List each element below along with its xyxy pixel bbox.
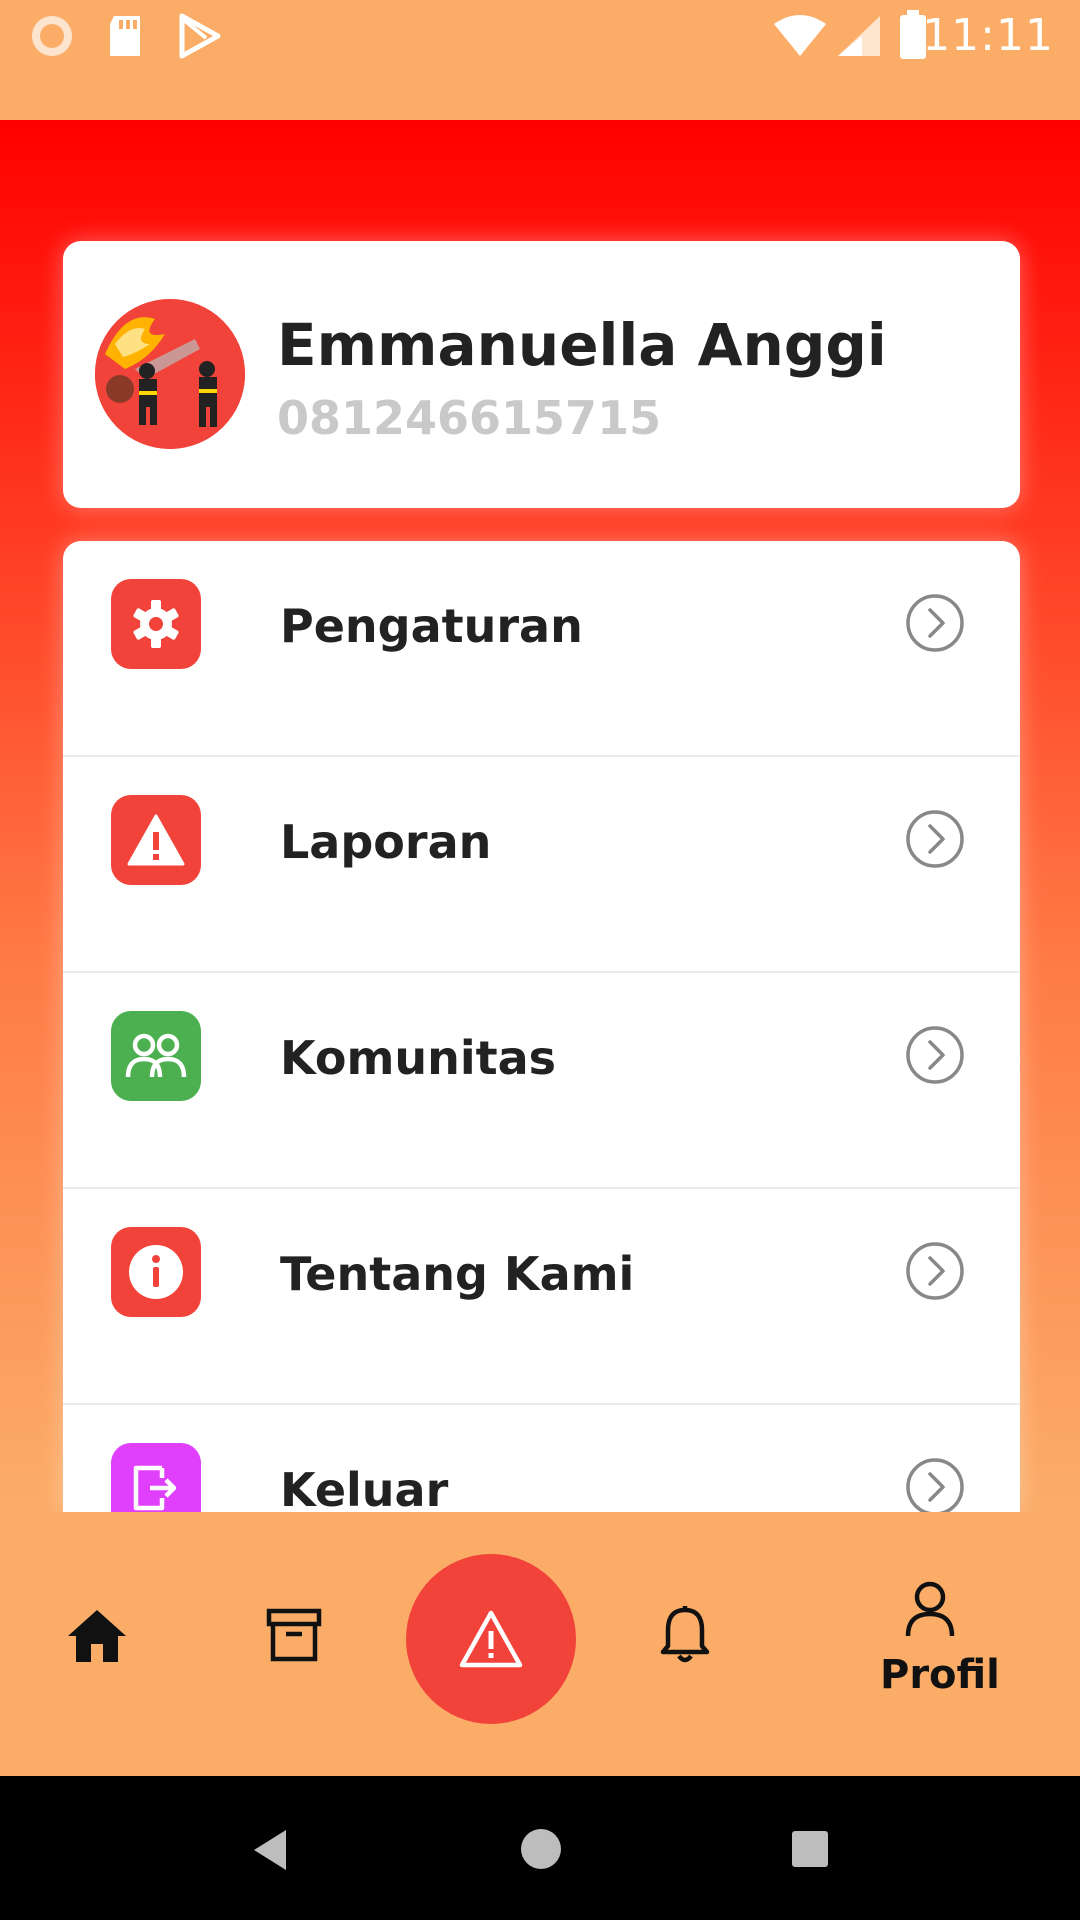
menu-item-komunitas[interactable]: Komunitas [63,973,1020,1189]
system-recents-button[interactable] [791,1830,829,1872]
menu-item-tentang-kami[interactable]: Tentang Kami [63,1189,1020,1405]
profile-name: Emmanuella Anggi [277,311,887,379]
nav-archive-button[interactable] [266,1608,322,1666]
nav-profile-button[interactable]: Profil [860,1532,1000,1722]
user-icon [905,1581,955,1637]
system-home-button[interactable] [520,1828,562,1874]
chevron-right-icon [906,1026,964,1084]
menu-item-keluar[interactable]: Keluar [63,1405,1020,1512]
clock-time: 11:11 [922,10,1054,61]
home-icon [68,1610,126,1662]
system-nav-bar [0,1776,1080,1920]
report-fab-button[interactable] [406,1554,576,1724]
avatar [95,299,245,449]
menu-item-label: Keluar [280,1463,449,1512]
system-back-button[interactable] [250,1828,290,1876]
play-store-icon [176,12,224,64]
wifi-icon [772,14,828,62]
sd-card-icon [104,12,148,64]
menu-item-label: Komunitas [280,1031,557,1085]
bell-icon [660,1606,710,1663]
menu-item-label: Laporan [280,815,492,869]
info-icon [111,1227,201,1317]
back-icon [254,1830,286,1870]
gear-icon [111,579,201,669]
profile-screen: Emmanuella Anggi 081246615715 Pengaturan… [0,120,1080,1512]
firefighter-avatar [95,299,245,449]
loading-icon [28,12,76,64]
menu-list: Pengaturan Laporan Komunitas Tentang Kam… [63,541,1020,1512]
recents-icon [792,1831,828,1867]
signal-icon [834,14,882,62]
bottom-nav: Profil [0,1512,1080,1776]
archive-icon [266,1608,322,1662]
menu-item-label: Tentang Kami [280,1247,635,1301]
chevron-right-icon [906,1458,964,1512]
chevron-right-icon [906,1242,964,1300]
status-bar: 11:11 [0,0,1080,120]
profile-phone: 081246615715 [277,391,662,445]
profile-card[interactable]: Emmanuella Anggi 081246615715 [63,241,1020,508]
nav-profile-label: Profil [880,1652,1000,1698]
menu-item-label: Pengaturan [280,599,583,653]
community-icon [111,1011,201,1101]
logout-icon [111,1443,201,1512]
nav-home-button[interactable] [66,1608,128,1668]
chevron-right-icon [906,810,964,868]
menu-item-laporan[interactable]: Laporan [63,757,1020,973]
warning-icon [111,795,201,885]
nav-notifications-button[interactable] [660,1604,710,1670]
chevron-right-icon [906,594,964,652]
home-circle-icon [521,1829,561,1869]
warning-icon [459,1610,523,1668]
menu-item-pengaturan[interactable]: Pengaturan [63,541,1020,757]
